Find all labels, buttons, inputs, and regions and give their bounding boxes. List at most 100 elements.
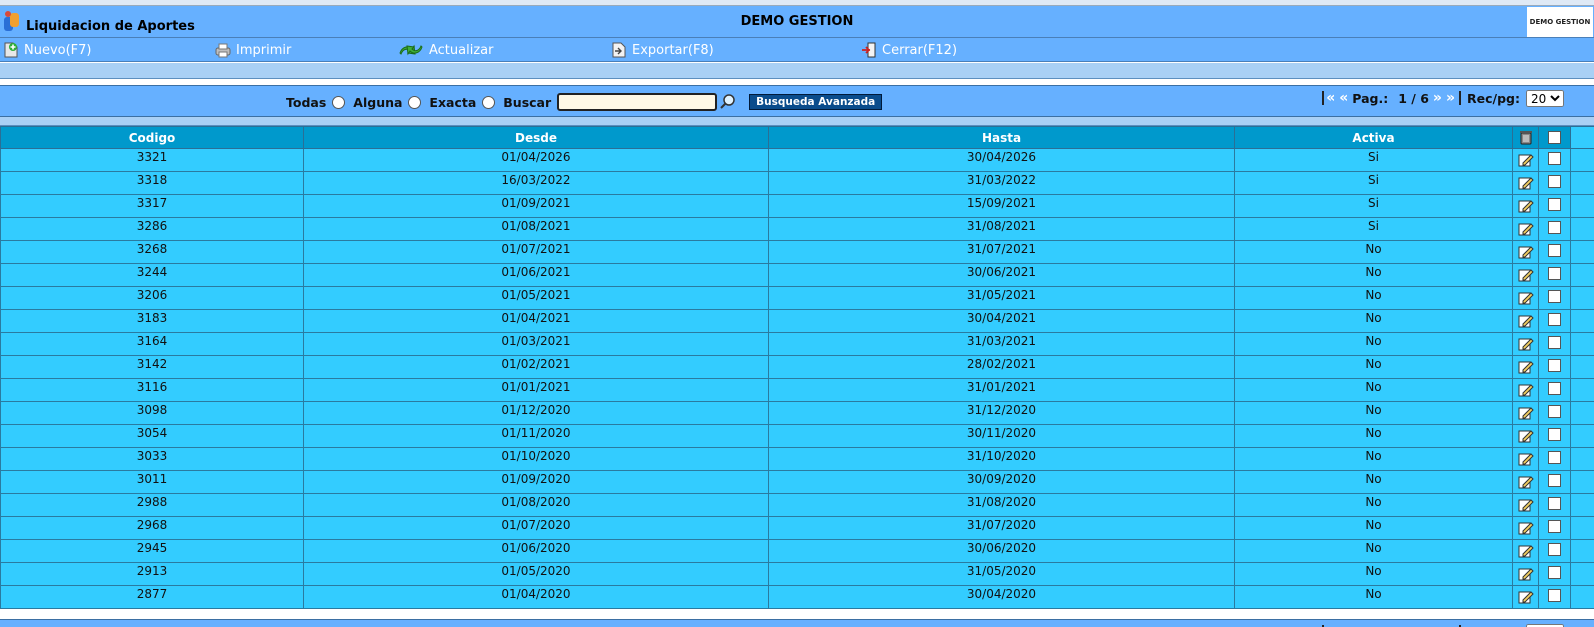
edit-icon[interactable] [1518,543,1534,559]
table-row[interactable]: 3164 01/03/2021 31/03/2021 No [0,332,1594,356]
cell-edit [1512,424,1539,448]
advanced-search-button[interactable]: Busqueda Avanzada [749,94,883,110]
cell-select [1538,148,1571,172]
edit-icon[interactable] [1518,267,1534,283]
table-row[interactable]: 3183 01/04/2021 30/04/2021 No [0,309,1594,333]
cell-edit [1512,447,1539,471]
first-page-button[interactable]: « [1326,90,1335,106]
table-row[interactable]: 3116 01/01/2021 31/01/2021 No [0,378,1594,402]
edit-icon[interactable] [1518,497,1534,513]
edit-icon[interactable] [1518,221,1534,237]
edit-icon[interactable] [1518,382,1534,398]
edit-icon[interactable] [1518,566,1534,582]
alguna-radio[interactable] [408,95,422,109]
cell-codigo: 3098 [0,401,304,425]
row-checkbox[interactable] [1548,175,1561,188]
edit-icon[interactable] [1518,589,1534,605]
table-row[interactable]: 3244 01/06/2021 30/06/2021 No [0,263,1594,287]
table-row[interactable]: 3286 01/08/2021 31/08/2021 Si [0,217,1594,241]
table-row[interactable]: 2877 01/04/2020 30/04/2020 No [0,585,1594,609]
edit-icon[interactable] [1518,451,1534,467]
table-row[interactable]: 3206 01/05/2021 31/05/2021 No [0,286,1594,310]
edit-icon[interactable] [1518,313,1534,329]
select-all-checkbox[interactable] [1548,130,1561,144]
table-row[interactable]: 3321 01/04/2026 30/04/2026 Si [0,148,1594,172]
trash-icon[interactable] [1518,129,1534,145]
edit-icon[interactable] [1518,428,1534,444]
table-row[interactable]: 2988 01/08/2020 31/08/2020 No [0,493,1594,517]
row-checkbox[interactable] [1548,497,1561,510]
edit-icon[interactable] [1518,175,1534,191]
cell-activa: No [1234,378,1513,402]
table-row[interactable]: 2945 01/06/2020 30/06/2020 No [0,539,1594,563]
cell-codigo: 3318 [0,171,304,195]
row-checkbox[interactable] [1548,405,1561,418]
table-row[interactable]: 3142 01/02/2021 28/02/2021 No [0,355,1594,379]
search-input[interactable] [557,93,718,111]
row-checkbox[interactable] [1548,290,1561,303]
row-checkbox[interactable] [1548,244,1561,257]
row-checkbox[interactable] [1548,152,1561,165]
rec-per-page-select[interactable]: 20 [1526,623,1564,627]
exacta-radio[interactable] [482,95,496,109]
row-checkbox[interactable] [1548,589,1561,602]
cell-hasta: 28/02/2021 [768,355,1235,379]
table-row[interactable]: 3317 01/09/2021 15/09/2021 Si [0,194,1594,218]
row-checkbox[interactable] [1548,221,1561,234]
row-checkbox[interactable] [1548,451,1561,464]
row-checkbox[interactable] [1548,336,1561,349]
edit-icon[interactable] [1518,359,1534,375]
table-row[interactable]: 2968 01/07/2020 31/07/2020 No [0,516,1594,540]
search-icon[interactable] [719,93,737,111]
edit-icon[interactable] [1518,336,1534,352]
col-activa[interactable]: Activa [1234,126,1513,149]
table-row[interactable]: 3268 01/07/2021 31/07/2021 No [0,240,1594,264]
row-checkbox[interactable] [1548,520,1561,533]
row-checkbox[interactable] [1548,428,1561,441]
cell-hasta: 15/09/2021 [768,194,1235,218]
col-hasta[interactable]: Hasta [768,126,1235,149]
edit-icon[interactable] [1518,152,1534,168]
table-row[interactable]: 3318 16/03/2022 31/03/2022 Si [0,171,1594,195]
edit-icon[interactable] [1518,198,1534,214]
next-page-button[interactable]: » [1433,90,1442,106]
edit-icon[interactable] [1518,520,1534,536]
row-checkbox[interactable] [1548,566,1561,579]
nuevo-button[interactable]: Nuevo(F7) [2,41,92,59]
col-codigo[interactable]: Codigo [0,126,304,149]
records-table: Codigo Desde Hasta Activa 3321 01/04/2026… [0,126,1594,609]
edit-icon[interactable] [1518,290,1534,306]
row-checkbox[interactable] [1548,474,1561,487]
table-row[interactable]: 2913 01/05/2020 31/05/2020 No [0,562,1594,586]
edit-icon[interactable] [1518,405,1534,421]
cell-codigo: 2968 [0,516,304,540]
imprimir-button[interactable]: Imprimir [214,41,291,59]
row-checkbox[interactable] [1548,267,1561,280]
edit-icon[interactable] [1518,474,1534,490]
row-checkbox[interactable] [1548,543,1561,556]
exportar-button[interactable]: Exportar(F8) [610,41,714,59]
cell-desde: 01/04/2020 [303,585,769,609]
table-row[interactable]: 3054 01/11/2020 30/11/2020 No [0,424,1594,448]
cell-desde: 01/12/2020 [303,401,769,425]
actualizar-button[interactable]: Actualizar [397,41,493,59]
row-checkbox[interactable] [1548,198,1561,211]
prev-page-button[interactable]: « [1339,90,1348,106]
col-desde[interactable]: Desde [303,126,769,149]
cell-scroll-gutter [1570,148,1594,172]
cerrar-button[interactable]: Cerrar(F12) [860,41,957,59]
rec-per-page-select[interactable]: 20 [1526,89,1564,107]
cell-desde: 01/04/2021 [303,309,769,333]
cell-desde: 01/10/2020 [303,447,769,471]
row-checkbox[interactable] [1548,359,1561,372]
last-page-button[interactable]: » [1446,90,1455,106]
row-checkbox[interactable] [1548,382,1561,395]
cell-select [1538,493,1571,517]
table-row[interactable]: 3098 01/12/2020 31/12/2020 No [0,401,1594,425]
table-row[interactable]: 3011 01/09/2020 30/09/2020 No [0,470,1594,494]
table-row[interactable]: 3033 01/10/2020 31/10/2020 No [0,447,1594,471]
cell-edit [1512,355,1539,379]
todas-radio[interactable] [332,95,346,109]
edit-icon[interactable] [1518,244,1534,260]
row-checkbox[interactable] [1548,313,1561,326]
